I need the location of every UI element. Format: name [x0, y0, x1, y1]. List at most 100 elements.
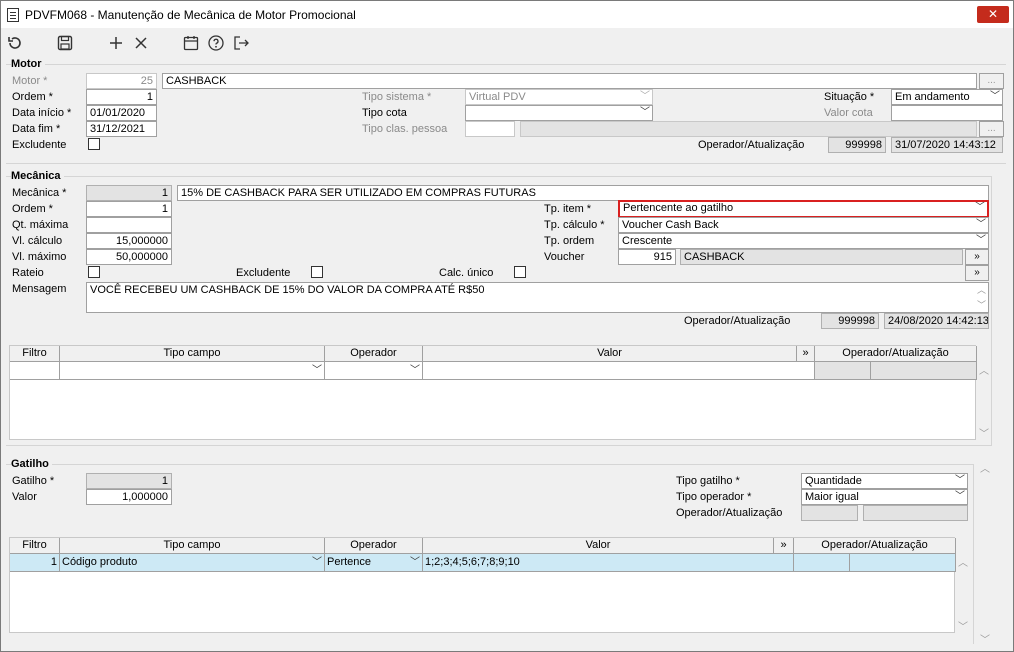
valor-cota-field[interactable] — [891, 105, 1003, 121]
grid-header-tipo-campo[interactable]: Tipo campo — [60, 346, 325, 362]
add-icon[interactable] — [107, 34, 125, 52]
mecanica-ordem-label: Ordem * — [12, 203, 53, 215]
scroll-down-icon[interactable]: ﹀ — [977, 425, 991, 440]
scroll-down-icon[interactable]: ﹀ — [978, 631, 992, 646]
save-icon[interactable] — [56, 34, 74, 52]
grid-cell-atualizacao — [871, 362, 977, 380]
grid-header-valor[interactable]: Valor — [423, 538, 774, 554]
tipo-clas-lookup-button[interactable]: ... — [979, 121, 1004, 137]
motor-ordem-label: Ordem * — [12, 91, 53, 103]
chevron-down-icon: ﹀ — [975, 202, 985, 213]
grid-header-operador[interactable]: Operador — [325, 538, 423, 554]
tipo-operador-value: Maior igual — [805, 491, 859, 503]
grid-header-operador[interactable]: Operador — [325, 346, 423, 362]
situacao-value: Em andamento — [895, 91, 970, 103]
grid-cell-filtro[interactable] — [10, 362, 60, 380]
grid-cell-operador-id — [794, 554, 850, 572]
grid-header-operador-atualizacao[interactable]: Operador/Atualização — [815, 346, 977, 362]
scroll-up-icon[interactable]: ︿ — [978, 460, 992, 475]
close-button[interactable]: ✕ — [977, 6, 1009, 23]
grid-header-valor[interactable]: Valor — [423, 346, 797, 362]
voucher-code-field[interactable]: 915 — [618, 249, 676, 265]
calendar-icon[interactable] — [182, 34, 200, 52]
grid-cell-operador[interactable]: Pertence ﹀ — [325, 554, 423, 572]
scroll-down-icon[interactable]: ﹀ — [956, 618, 970, 633]
mecanica-excludente-label: Excludente — [236, 267, 291, 279]
chevron-down-icon: ﹀ — [410, 557, 420, 568]
tipo-gatilho-select[interactable]: Quantidade ﹀ — [801, 473, 968, 489]
voucher-label: Voucher — [544, 251, 585, 263]
data-fim-field[interactable]: 31/12/2021 — [86, 121, 157, 137]
gatilho-operador-label: Operador/Atualização — [676, 507, 783, 519]
motor-section-title: Motor — [11, 58, 45, 70]
grid-header-tipo-campo[interactable]: Tipo campo — [60, 538, 325, 554]
vl-maximo-field[interactable]: 50,000000 — [86, 249, 172, 265]
data-inicio-field[interactable]: 01/01/2020 — [86, 105, 157, 121]
tp-ordem-value: Crescente — [622, 235, 673, 247]
voucher-lookup-button[interactable]: » — [965, 249, 989, 265]
motor-description-field[interactable]: CASHBACK — [162, 73, 977, 89]
grid-cell-valor[interactable] — [423, 362, 815, 380]
grid-cell-tipo-campo[interactable]: ﹀ — [60, 362, 325, 380]
motor-code-field: 25 — [86, 73, 157, 89]
tipo-cota-select[interactable]: ﹀ — [465, 105, 653, 121]
motor-atualizacao-field: 31/07/2020 14:43:12 — [891, 137, 1003, 153]
valor-cota-label: Valor cota — [824, 107, 873, 119]
vl-maximo-label: Vl. máximo — [12, 251, 67, 263]
tp-item-select[interactable]: Pertencente ao gatilho ﹀ — [618, 200, 989, 218]
tp-ordem-select[interactable]: Crescente ﹀ — [618, 233, 989, 249]
tipo-clas-pessoa-code — [465, 121, 515, 137]
main-scrollbar[interactable]: ︿ ﹀ — [978, 460, 992, 646]
chevron-down-icon: ﹀ — [312, 557, 322, 568]
grid-header-filtro[interactable]: Filtro — [10, 346, 60, 362]
grid-cell-tipo-campo[interactable]: Código produto ﹀ — [60, 554, 325, 572]
scroll-up-icon[interactable]: ︿ — [977, 283, 986, 297]
grid1-scrollbar[interactable]: ︿ ﹀ — [977, 362, 991, 440]
mecanica-extra-button[interactable]: » — [965, 265, 989, 281]
grid-cell-operador-id — [815, 362, 871, 380]
gatilho-valor-field[interactable]: 1,000000 — [86, 489, 172, 505]
help-icon[interactable] — [207, 34, 225, 52]
situacao-label: Situação * — [824, 91, 875, 103]
scroll-up-icon[interactable]: ︿ — [977, 362, 991, 377]
refresh-icon[interactable] — [6, 34, 24, 52]
grid-cell-atualizacao — [850, 554, 956, 572]
mecanica-excludente-checkbox[interactable] — [311, 266, 323, 278]
mecanica-code-field: 1 — [86, 185, 172, 201]
tp-calculo-label: Tp. cálculo * — [544, 219, 605, 231]
mecanica-ordem-field[interactable]: 1 — [86, 201, 172, 217]
rateio-checkbox[interactable] — [88, 266, 100, 278]
gatilho-field: 1 — [86, 473, 172, 489]
vl-calculo-field[interactable]: 15,000000 — [86, 233, 172, 249]
mensagem-textarea[interactable]: VOCÊ RECEBEU UM CASHBACK DE 15% DO VALOR… — [86, 282, 989, 313]
scroll-up-icon[interactable]: ︿ — [956, 554, 970, 569]
chevron-down-icon: ﹀ — [955, 475, 965, 486]
tipo-cota-label: Tipo cota — [362, 107, 407, 119]
situacao-select[interactable]: Em andamento ﹀ — [891, 89, 1003, 105]
delete-icon[interactable] — [132, 34, 150, 52]
grid-cell-filtro[interactable]: 1 — [10, 554, 60, 572]
grid-cell-valor[interactable]: 1;2;3;4;5;6;7;8;9;10 — [423, 554, 794, 572]
grid-header-expand[interactable]: » — [797, 346, 815, 362]
grid2-scrollbar[interactable]: ︿ ﹀ — [956, 554, 970, 633]
grid-header-expand[interactable]: » — [774, 538, 794, 554]
scroll-down-icon[interactable]: ﹀ — [977, 298, 986, 312]
grid-cell-operador[interactable]: ﹀ — [325, 362, 423, 380]
grid-header-operador-atualizacao[interactable]: Operador/Atualização — [794, 538, 956, 554]
qt-maxima-field[interactable] — [86, 217, 172, 233]
tipo-operador-select[interactable]: Maior igual ﹀ — [801, 489, 968, 505]
grid-header-filtro[interactable]: Filtro — [10, 538, 60, 554]
calc-unico-checkbox[interactable] — [514, 266, 526, 278]
operador-value: Pertence — [327, 556, 372, 568]
gatilho-section-title: Gatilho — [11, 458, 52, 470]
motor-lookup-button[interactable]: ... — [979, 73, 1004, 89]
motor-ordem-field[interactable]: 1 — [86, 89, 157, 105]
exit-icon[interactable] — [232, 34, 250, 52]
motor-excludente-checkbox[interactable] — [88, 138, 100, 150]
tipo-campo-value: Código produto — [62, 556, 138, 568]
tipo-clas-pessoa-label: Tipo clas. pessoa — [362, 123, 448, 135]
mecanica-description-field[interactable]: 15% DE CASHBACK PARA SER UTILIZADO EM CO… — [177, 185, 989, 201]
tp-calculo-select[interactable]: Voucher Cash Back ﹀ — [618, 217, 989, 233]
title-bar: PDVFM068 - Manutenção de Mecânica de Mot… — [1, 1, 1013, 28]
chevron-down-icon: ﹀ — [976, 219, 986, 230]
